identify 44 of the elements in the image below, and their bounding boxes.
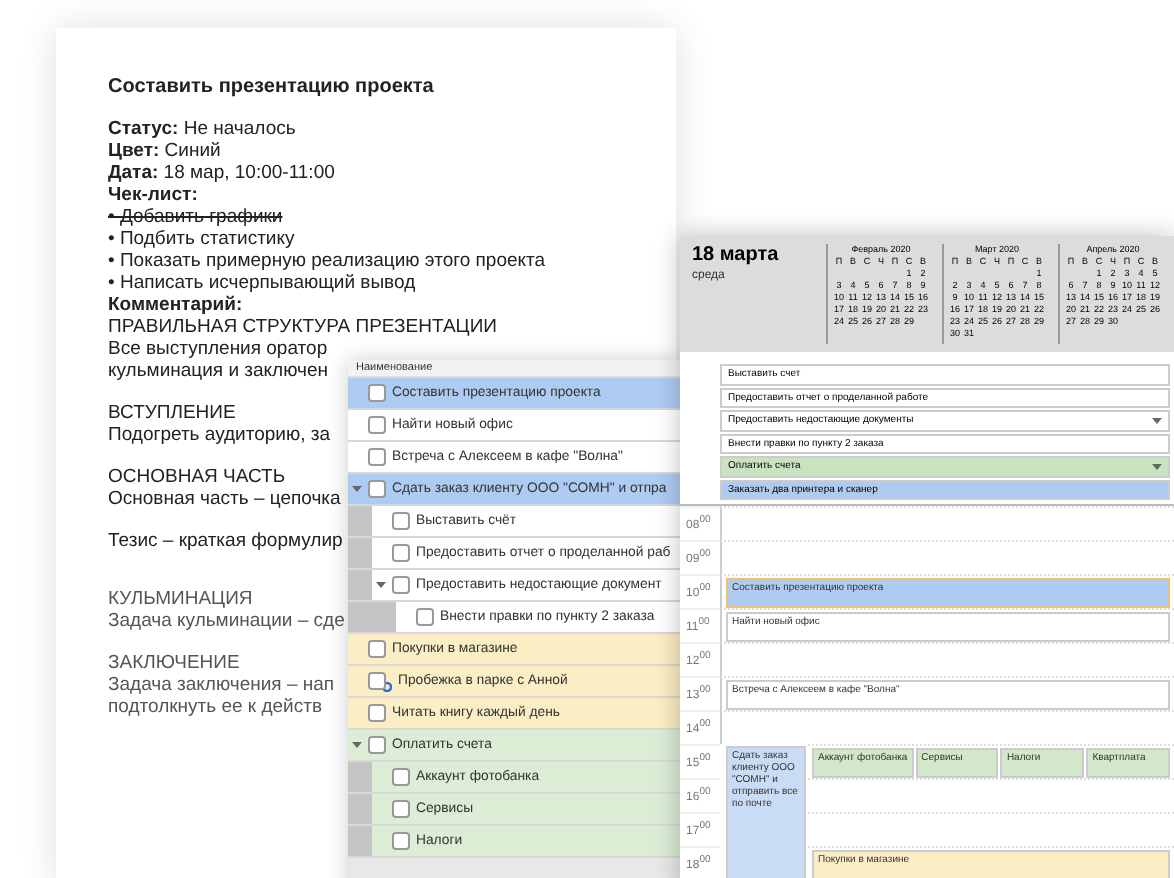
caret-icon[interactable] [352, 740, 362, 750]
checkbox[interactable] [416, 608, 434, 626]
comment-text: Подогреть аудиторию, за [108, 424, 331, 446]
checkbox[interactable] [392, 832, 410, 850]
checkbox[interactable] [368, 736, 386, 754]
caret-icon[interactable] [376, 580, 386, 590]
comment-text: Задача кульминации – сде [108, 610, 345, 632]
calendar-date: 18 марта [692, 244, 781, 266]
checkbox[interactable] [368, 640, 386, 658]
checkbox[interactable] [392, 576, 410, 594]
note-title: Составить презентацию проекта [108, 76, 434, 98]
note-field: Дата: 18 мар, 10:00-11:00 [108, 162, 335, 184]
checklist-item: • Написать исчерпывающий вывод [108, 272, 416, 294]
checkbox[interactable] [392, 512, 410, 530]
note-field: Цвет: Синий [108, 140, 221, 162]
checkbox[interactable] [368, 416, 386, 434]
checkbox[interactable] [392, 768, 410, 786]
section-heading: ЗАКЛЮЧЕНИЕ [108, 652, 240, 674]
comment-text: подтолкнуть ее к действ [108, 696, 323, 718]
comment-text: кульминация и заключен [108, 360, 328, 382]
section-heading: ПРАВИЛЬНАЯ СТРУКТУРА ПРЕЗЕНТАЦИИ [108, 316, 497, 338]
caret-icon[interactable] [352, 484, 362, 494]
comment-text: Все выступления оратор [108, 338, 328, 360]
checkbox[interactable] [368, 704, 386, 722]
caret-icon[interactable] [1152, 461, 1162, 472]
checkbox[interactable] [392, 800, 410, 818]
comment-label: Комментарий: [108, 294, 243, 316]
caret-icon[interactable] [1152, 415, 1162, 426]
checkbox[interactable] [368, 480, 386, 498]
checklist-label: Чек-лист: [108, 184, 198, 206]
note-field: Статус: Не началось [108, 118, 296, 140]
comment-text: Задача заключения – нап [108, 674, 335, 696]
checkbox[interactable] [392, 544, 410, 562]
section-heading: ВСТУПЛЕНИЕ [108, 402, 236, 424]
section-heading: КУЛЬМИНАЦИЯ [108, 588, 253, 610]
comment-text: Тезис – краткая формулир [108, 530, 343, 552]
checkbox[interactable] [368, 448, 386, 466]
checkbox[interactable] [368, 384, 386, 402]
checklist-item: • Показать примерную реализацию этого проекта [108, 250, 546, 272]
section-heading: ОСНОВНАЯ ЧАСТЬ [108, 466, 286, 488]
checklist-item: • Подбить статистику [108, 228, 295, 250]
comment-text: Основная часть – цепочка [108, 488, 341, 510]
checklist-item: • Добавить графики [108, 206, 283, 228]
checkbox[interactable] [368, 672, 386, 690]
